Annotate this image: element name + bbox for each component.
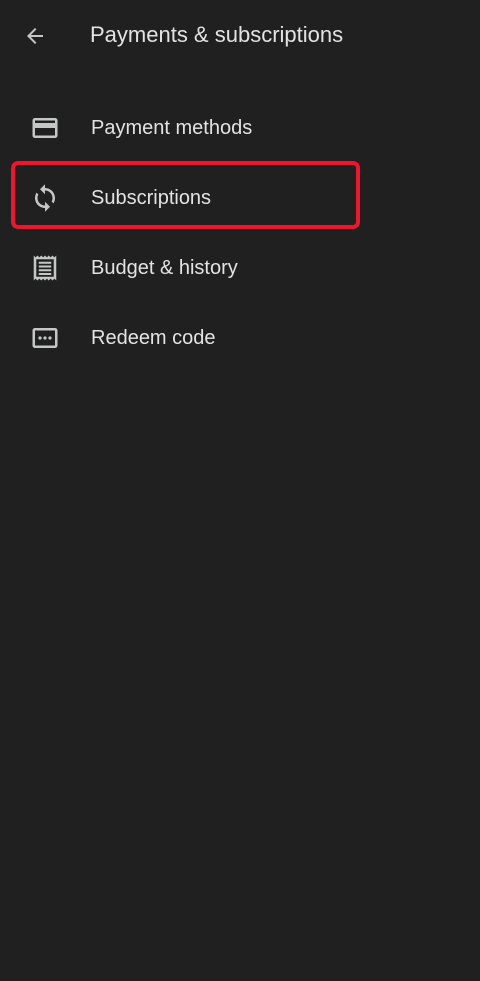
back-button[interactable] bbox=[18, 19, 52, 53]
receipt-icon bbox=[30, 253, 60, 283]
page-title: Payments & subscriptions bbox=[90, 22, 344, 47]
menu-item-budget-history[interactable]: Budget & history bbox=[0, 233, 480, 303]
menu-item-redeem-code[interactable]: Redeem code bbox=[0, 303, 480, 373]
menu-item-label: Redeem code bbox=[91, 327, 216, 349]
menu-item-payment-methods[interactable]: Payment methods bbox=[0, 93, 480, 163]
app-bar: Payments & subscriptions bbox=[0, 0, 480, 70]
menu-item-label: Budget & history bbox=[91, 257, 238, 279]
redeem-code-icon bbox=[30, 323, 60, 353]
menu-item-label: Payment methods bbox=[91, 117, 253, 139]
sync-icon bbox=[30, 183, 60, 213]
arrow-back-icon bbox=[23, 24, 47, 48]
menu-item-label: Subscriptions bbox=[91, 187, 212, 209]
credit-card-icon bbox=[30, 113, 60, 143]
menu-item-subscriptions[interactable]: Subscriptions bbox=[0, 163, 480, 233]
menu-list: Payment methods Subscriptions Budget & h… bbox=[0, 93, 480, 373]
